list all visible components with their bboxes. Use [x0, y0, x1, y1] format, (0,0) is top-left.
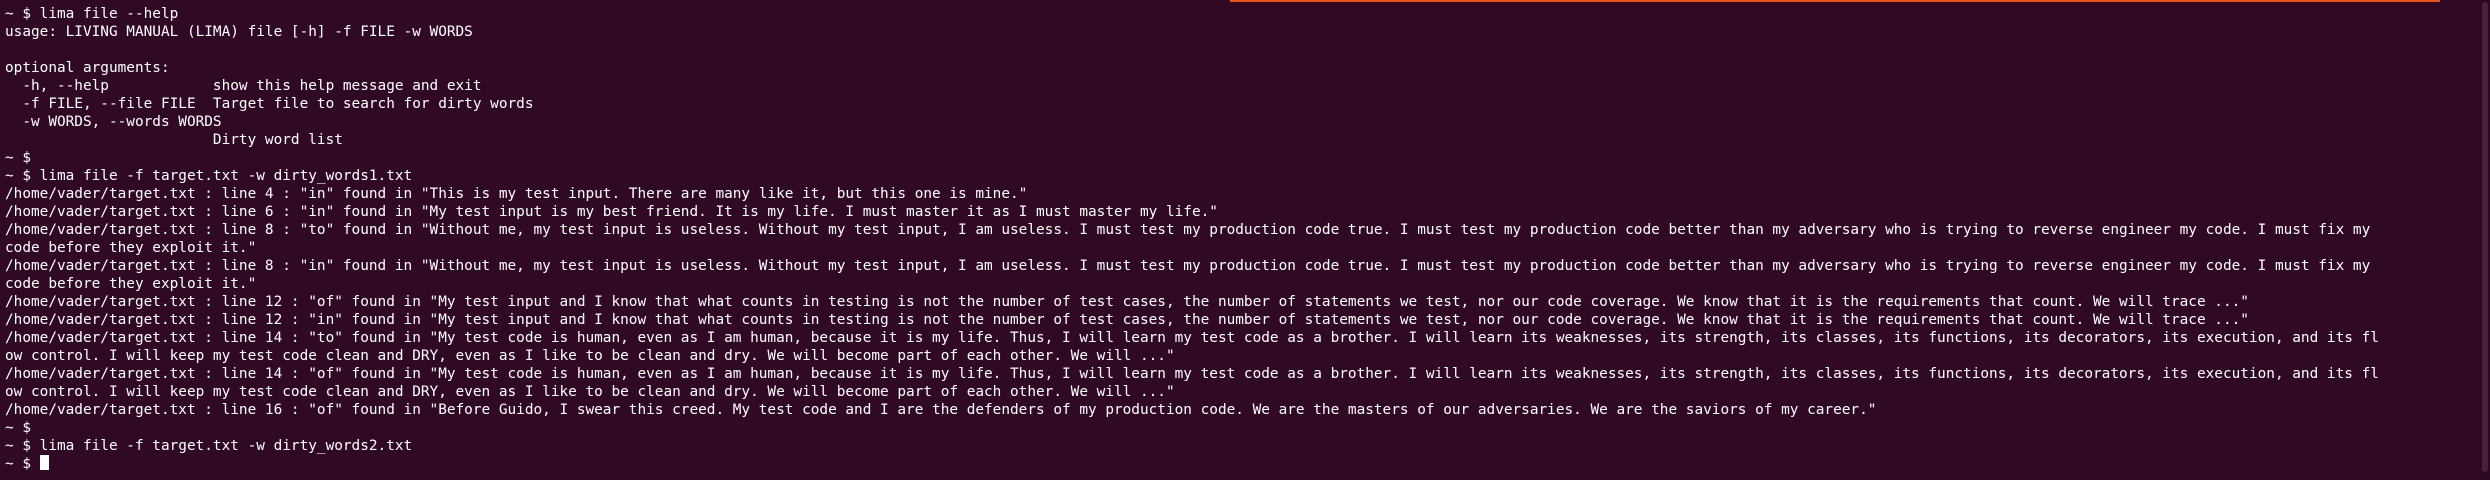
output-line: /home/vader/target.txt : line 16 : "of" … — [5, 402, 1877, 418]
output-line: ~ $ lima file --help — [5, 6, 179, 22]
output-line: -f FILE, --file FILE Target file to sear… — [5, 96, 534, 112]
text-cursor[interactable] — [39, 455, 49, 470]
terminal-output: ~ $ lima file --help usage: LIVING MANUA… — [5, 5, 2475, 473]
output-line: /home/vader/target.txt : line 4 : "in" f… — [5, 186, 1028, 202]
output-line: ~ $ lima file -f target.txt -w dirty_wor… — [5, 438, 413, 454]
output-line: /home/vader/target.txt : line 12 : "in" … — [5, 312, 2249, 328]
output-line: ow control. I will keep my test code cle… — [5, 348, 1175, 364]
output-line: /home/vader/target.txt : line 14 : "of" … — [5, 366, 2379, 382]
output-line: ~ $ lima file -f target.txt -w dirty_wor… — [5, 168, 413, 184]
output-line: /home/vader/target.txt : line 12 : "of" … — [5, 294, 2249, 310]
vertical-scrollbar[interactable] — [2480, 0, 2490, 480]
output-line: /home/vader/target.txt : line 8 : "to" f… — [5, 222, 2371, 238]
output-line: -w WORDS, --words WORDS — [5, 114, 222, 130]
focus-accent-bar — [1230, 0, 2440, 2]
output-line: Dirty word list — [5, 132, 343, 148]
output-line: ow control. I will keep my test code cle… — [5, 384, 1175, 400]
output-line: /home/vader/target.txt : line 14 : "to" … — [5, 330, 2379, 346]
scrollbar-thumb[interactable] — [2482, 2, 2488, 472]
output-line: -h, --help show this help message and ex… — [5, 78, 482, 94]
command-prompt-line[interactable]: ~ $ — [5, 455, 2475, 473]
output-line: code before they exploit it." — [5, 276, 257, 292]
output-line: optional arguments: — [5, 60, 170, 76]
output-line: /home/vader/target.txt : line 8 : "in" f… — [5, 258, 2371, 274]
output-line: code before they exploit it." — [5, 240, 257, 256]
output-line: ~ $ — [5, 150, 31, 166]
terminal-window[interactable]: ~ $ lima file --help usage: LIVING MANUA… — [0, 0, 2490, 480]
output-line: ~ $ — [5, 420, 31, 436]
shell-prompt: ~ $ — [5, 456, 40, 472]
output-line: usage: LIVING MANUAL (LIMA) file [-h] -f… — [5, 24, 473, 40]
output-line: /home/vader/target.txt : line 6 : "in" f… — [5, 204, 1218, 220]
